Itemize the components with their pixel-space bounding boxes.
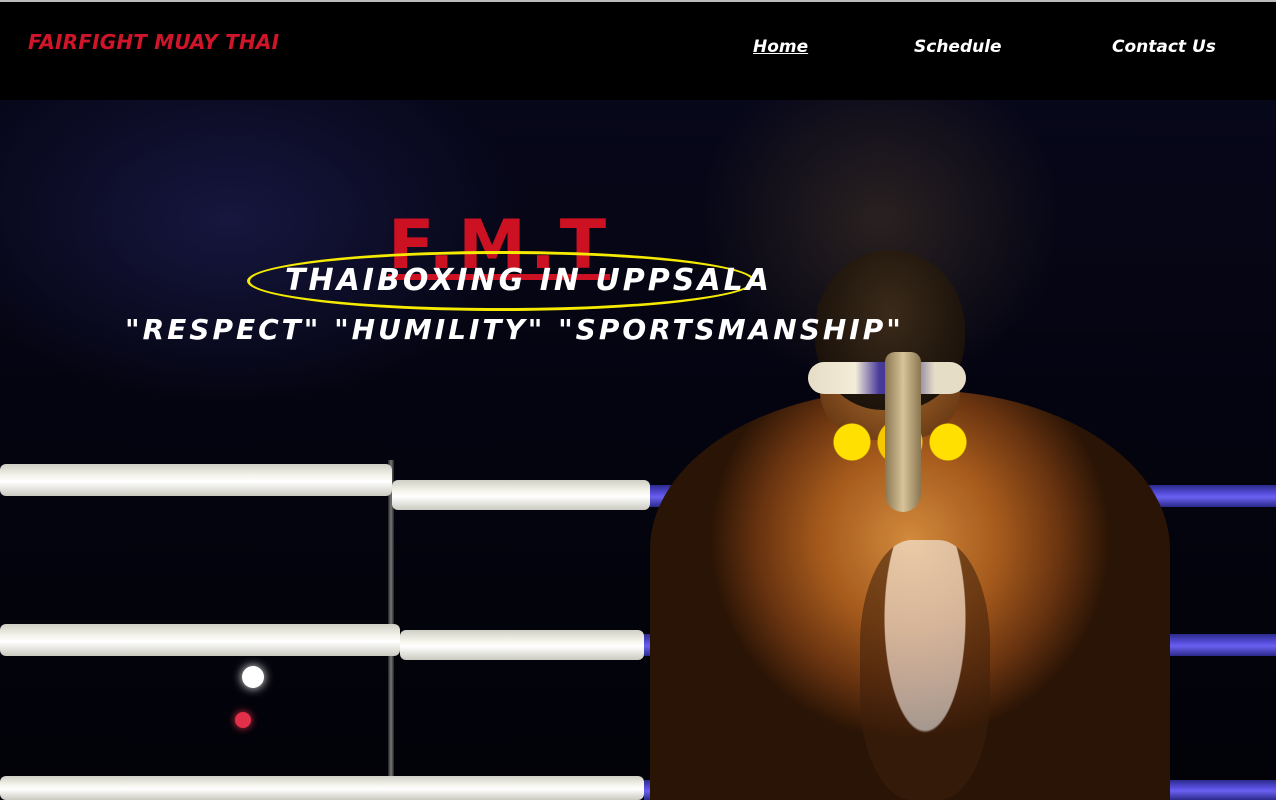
hero-values: "RESPECT" "HUMILITY" "SPORTSMANSHIP" xyxy=(125,313,904,346)
ring-rope-white xyxy=(400,630,644,660)
arena-light xyxy=(242,666,264,688)
ring-rope-white xyxy=(0,624,400,656)
hero-tagline: THAIBOXING IN UPPSALA xyxy=(285,263,772,298)
brand-logo-text[interactable]: FAIRFIGHT MUAY THAI xyxy=(28,30,279,54)
ring-rope-white xyxy=(0,464,392,496)
arena-light xyxy=(235,712,251,728)
top-navbar: FAIRFIGHT MUAY THAI Home Schedule Contac… xyxy=(0,0,1276,100)
back-tattoo xyxy=(860,540,990,800)
nav-link-home[interactable]: Home xyxy=(753,37,808,57)
ring-rope-white xyxy=(0,776,644,800)
nav-link-schedule[interactable]: Schedule xyxy=(914,37,1002,57)
ring-rope-white xyxy=(392,480,650,510)
hero-banner xyxy=(0,100,1276,800)
nav-link-contact-us[interactable]: Contact Us xyxy=(1112,37,1216,57)
